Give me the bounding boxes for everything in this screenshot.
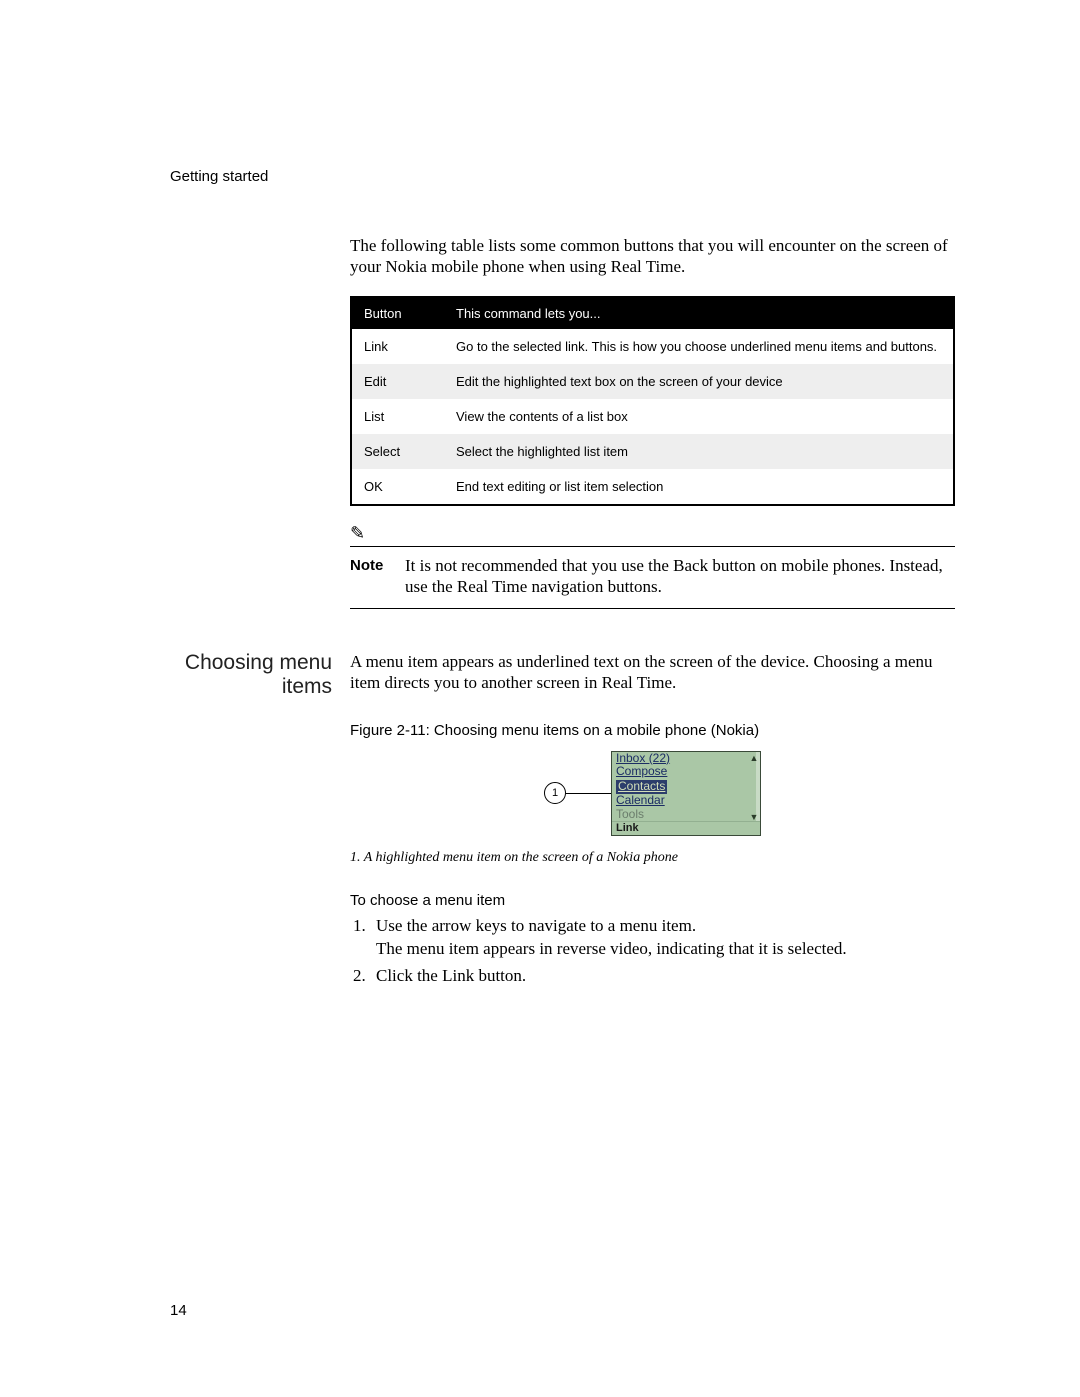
phone-menu-item-selected: Contacts <box>616 780 667 794</box>
phone-figure: 1 ▲ Inbox (22) Compose Contacts Calendar… <box>350 751 955 837</box>
phone-menu-item: Tools <box>612 808 760 822</box>
choosing-menu-block: Choosing menu items A menu item appears … <box>170 651 955 992</box>
step-text: The menu item appears in reverse video, … <box>376 939 847 958</box>
table-row: Link Go to the selected link. This is ho… <box>351 329 954 364</box>
step-text: Click the Link button. <box>376 966 526 985</box>
running-header: Getting started <box>170 168 955 185</box>
cell-desc: Edit the highlighted text box on the scr… <box>444 364 954 399</box>
scroll-down-icon: ▼ <box>749 812 759 822</box>
table-row: Edit Edit the highlighted text box on th… <box>351 364 954 399</box>
cell-button: List <box>351 399 444 434</box>
pencil-icon: ✎ <box>350 524 365 542</box>
note-label: Note <box>350 555 405 599</box>
scroll-up-icon: ▲ <box>749 753 759 763</box>
procedure-title: To choose a menu item <box>350 892 955 909</box>
table-row: OK End text editing or list item selecti… <box>351 469 954 505</box>
intro-paragraph: The following table lists some common bu… <box>350 235 955 278</box>
cell-desc: View the contents of a list box <box>444 399 954 434</box>
table-row: Select Select the highlighted list item <box>351 434 954 469</box>
cell-desc: Select the highlighted list item <box>444 434 954 469</box>
note-block: ✎ Note It is not recommended that you us… <box>350 524 955 610</box>
buttons-table: Button This command lets you... Link Go … <box>350 296 955 506</box>
step: Click the Link button. <box>370 965 955 988</box>
cell-button: OK <box>351 469 444 505</box>
menu-paragraph: A menu item appears as underlined text o… <box>350 651 955 694</box>
step-text: Use the arrow keys to navigate to a menu… <box>376 916 696 935</box>
cell-desc: End text editing or list item selection <box>444 469 954 505</box>
intro-block: The following table lists some common bu… <box>170 235 955 609</box>
side-heading: Choosing menu items <box>170 651 332 699</box>
phone-screen: ▲ Inbox (22) Compose Contacts Calendar T… <box>611 751 761 837</box>
page-number: 14 <box>170 1302 187 1319</box>
procedure-steps: Use the arrow keys to navigate to a menu… <box>350 915 955 988</box>
table-header-button: Button <box>351 297 444 329</box>
step: Use the arrow keys to navigate to a menu… <box>370 915 955 961</box>
callout-line <box>566 793 611 794</box>
figure-legend: 1. A highlighted menu item on the screen… <box>350 850 955 866</box>
phone-menu-item: Compose <box>612 765 760 779</box>
cell-desc: Go to the selected link. This is how you… <box>444 329 954 364</box>
table-header-desc: This command lets you... <box>444 297 954 329</box>
phone-softkey: Link <box>612 821 760 835</box>
cell-button: Edit <box>351 364 444 399</box>
figure-caption: Figure 2-11: Choosing menu items on a mo… <box>350 722 955 739</box>
note-text: It is not recommended that you use the B… <box>405 555 955 599</box>
phone-menu-item: Inbox (22) <box>612 752 760 766</box>
page: Getting started The following table list… <box>0 0 1080 1397</box>
phone-menu-item: Calendar <box>612 794 760 808</box>
table-row: List View the contents of a list box <box>351 399 954 434</box>
callout-number: 1 <box>544 782 566 804</box>
cell-button: Link <box>351 329 444 364</box>
cell-button: Select <box>351 434 444 469</box>
